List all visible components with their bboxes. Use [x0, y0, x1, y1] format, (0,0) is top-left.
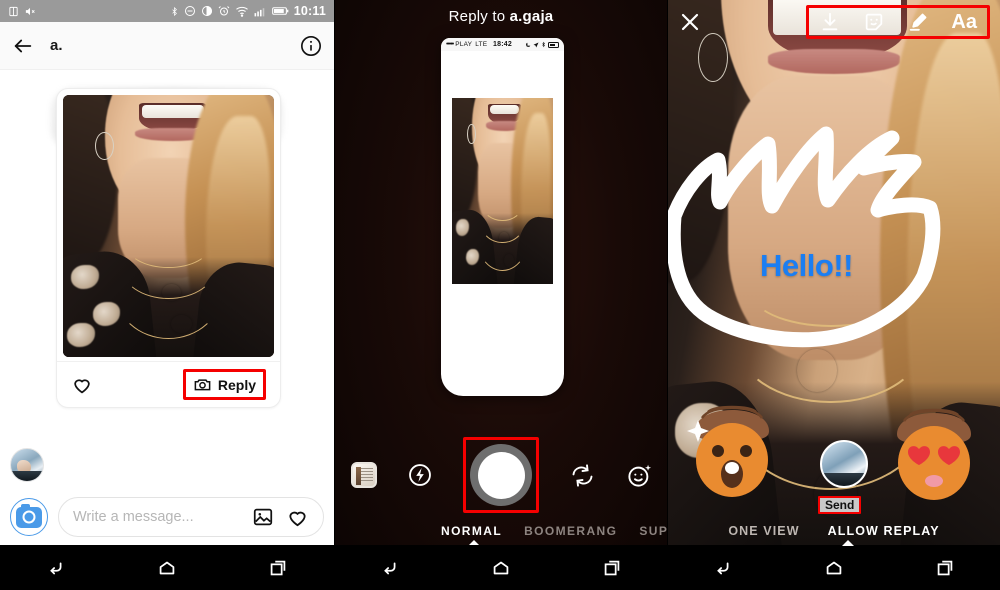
- face-effects-icon[interactable]: [626, 462, 653, 489]
- info-icon[interactable]: [300, 35, 322, 57]
- recents-icon[interactable]: [601, 557, 623, 579]
- close-icon[interactable]: [678, 10, 702, 34]
- reply-to-prefix: Reply to: [448, 8, 510, 25]
- heart-icon[interactable]: [71, 374, 93, 396]
- teeth: [489, 104, 520, 115]
- ios-clock: 18:42: [493, 41, 512, 48]
- panel-story-editor: Aa Hello!! Send ONE VIEW ALLOW REPLAY: [668, 0, 1000, 590]
- back-icon[interactable]: [712, 557, 734, 579]
- status-bar-right: 10:11: [170, 4, 326, 18]
- shutter-button-highlight: [463, 437, 539, 513]
- story-toolbar: Aa: [668, 0, 1000, 44]
- gallery-thumbnail-icon[interactable]: [351, 462, 377, 488]
- message-input-placeholder: Write a message...: [73, 509, 194, 525]
- status-bar: 10:11: [0, 0, 334, 22]
- reply-to-username: a.gaja: [509, 8, 554, 25]
- screenshot-stage: 10:11 a. Reply Write a message... Reply …: [0, 0, 1000, 590]
- captured-photo: [452, 98, 553, 284]
- signal-icon: [254, 7, 265, 16]
- photo-card-actions: Reply: [57, 361, 280, 407]
- back-icon[interactable]: [45, 557, 67, 579]
- back-arrow-icon[interactable]: [12, 35, 34, 57]
- camera-controls: [335, 437, 667, 513]
- reply-button-label: Reply: [217, 376, 256, 393]
- camera-icon: [194, 379, 211, 391]
- freehand-doodle: [668, 126, 941, 348]
- mode-tab-boomerang[interactable]: BOOMERANG: [524, 524, 617, 538]
- display-icon: [201, 5, 212, 17]
- message-input[interactable]: Write a message...: [58, 497, 324, 537]
- story-audience-tabs: ONE VIEW ALLOW REPLAY: [668, 524, 1000, 538]
- home-icon[interactable]: [823, 557, 845, 579]
- story-text-overlay[interactable]: Hello!!: [760, 248, 853, 284]
- shared-photo: [63, 95, 274, 357]
- send-button-label[interactable]: Send: [818, 496, 862, 514]
- battery-icon: [271, 7, 289, 15]
- avatar: [10, 448, 44, 482]
- camera-button[interactable]: [10, 498, 48, 536]
- draw-pen-icon[interactable]: [907, 11, 929, 33]
- flip-camera-icon[interactable]: [569, 462, 596, 489]
- shutter-core: [477, 451, 525, 499]
- thread-title: a.: [50, 37, 63, 54]
- home-icon[interactable]: [156, 557, 178, 579]
- wifi-icon: [235, 6, 248, 17]
- avatar-desk: [11, 471, 43, 481]
- mode-tab-normal[interactable]: NORMAL: [441, 524, 502, 538]
- shared-photo-card[interactable]: Reply: [56, 88, 281, 408]
- pendant-coin-2: [171, 315, 192, 333]
- reply-to-header: Reply to a.gaja: [335, 8, 667, 25]
- download-icon[interactable]: [819, 11, 841, 33]
- message-composer: Write a message...: [0, 489, 334, 545]
- panel-story-camera: Reply to a.gaja ••••• PLAY LTE 18:42 NOR…: [334, 0, 668, 590]
- panel-dm-thread: 10:11 a. Reply Write a message...: [0, 0, 334, 590]
- ios-status-bar: ••••• PLAY LTE 18:42: [441, 38, 564, 51]
- tab-one-view[interactable]: ONE VIEW: [728, 524, 799, 538]
- story-tools-highlight: Aa: [806, 5, 990, 39]
- sticker-icon[interactable]: [863, 11, 885, 33]
- android-nav-bar: [0, 545, 334, 590]
- android-nav-bar: [335, 545, 667, 590]
- acorn-face-surprised-sticker[interactable]: [678, 388, 786, 503]
- pendant-coin-2: [504, 254, 514, 267]
- teeth: [141, 104, 204, 118]
- camera-mode-tabs: NORMAL BOOMERANG SUPE: [335, 524, 667, 538]
- shutter-button[interactable]: [470, 444, 532, 506]
- pendant-coin-1: [162, 284, 181, 301]
- back-icon[interactable]: [379, 557, 401, 579]
- status-bar-clock: 10:11: [293, 4, 326, 18]
- android-nav-bar: [668, 545, 1000, 590]
- acorn-face-hearts-sticker[interactable]: [880, 393, 988, 506]
- sim-icon: [9, 6, 18, 16]
- lower-lip: [767, 49, 901, 74]
- send-recipient-avatar[interactable]: [820, 440, 868, 488]
- flash-off-icon[interactable]: [407, 462, 433, 488]
- mode-tab-superzoom[interactable]: SUPE: [639, 524, 667, 538]
- alarm-icon: [218, 6, 230, 16]
- gallery-icon[interactable]: [252, 506, 274, 528]
- app-bar: a.: [0, 22, 334, 70]
- dress-flower: [67, 322, 95, 347]
- heart-icon[interactable]: [286, 506, 309, 529]
- mute-icon: [25, 7, 35, 15]
- battery-icon: [548, 41, 559, 48]
- text-tool-icon[interactable]: Aa: [951, 12, 977, 32]
- home-icon[interactable]: [490, 557, 512, 579]
- reply-button[interactable]: Reply: [182, 369, 266, 400]
- pendant-coin-1: [499, 232, 508, 244]
- captured-phone-screenshot: ••••• PLAY LTE 18:42: [441, 38, 564, 396]
- recents-icon[interactable]: [267, 557, 289, 579]
- dress-flower: [92, 301, 120, 326]
- bluetooth-icon: [172, 6, 177, 16]
- portrait-photo: [63, 95, 274, 357]
- do-not-disturb-icon: [184, 6, 195, 16]
- avatar-desk: [822, 472, 866, 486]
- portrait-photo: [452, 98, 553, 284]
- earring: [94, 131, 114, 161]
- recents-icon[interactable]: [934, 557, 956, 579]
- camera-button-icon: [16, 503, 42, 528]
- tab-allow-replay[interactable]: ALLOW REPLAY: [828, 524, 940, 538]
- tab-active-indicator: [842, 540, 854, 546]
